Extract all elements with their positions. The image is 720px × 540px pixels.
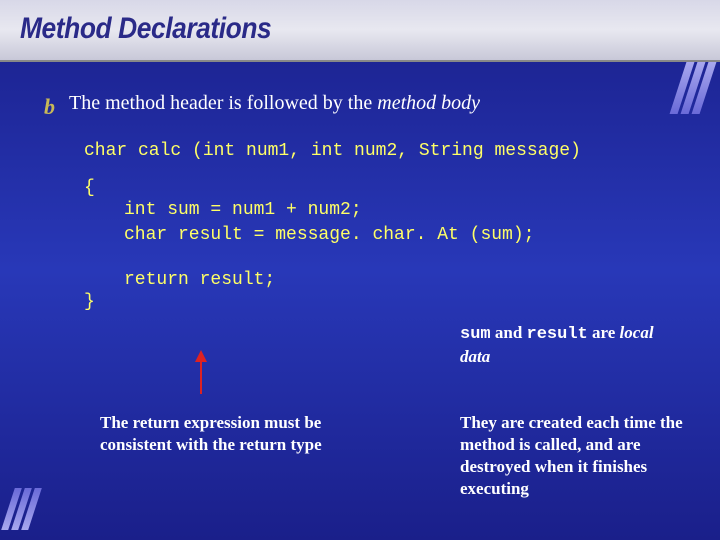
bullet-icon: b — [44, 94, 55, 120]
anno-text: and — [491, 323, 527, 342]
annotation-lifecycle: They are created each time the method is… — [460, 412, 700, 500]
code-brace-close: } — [84, 292, 684, 312]
bullet-prefix: The method header is followed by the — [69, 92, 377, 114]
arrow-head-icon — [195, 350, 207, 362]
arrow-icon — [200, 352, 202, 394]
bullet-emphasis: method body — [377, 92, 480, 114]
bullet-text: The method header is followed by the met… — [69, 90, 480, 117]
slide-title: Method Declarations — [20, 12, 618, 46]
corner-decoration-bottom-left — [8, 488, 35, 530]
annotation-return-type: The return expression must be consistent… — [100, 412, 380, 456]
content-area: b The method header is followed by the m… — [0, 62, 720, 332]
anno-code-word: sum — [460, 325, 491, 344]
code-body-line: char result = message. char. At (sum); — [124, 223, 684, 248]
code-return-line: return result; — [124, 270, 684, 290]
anno-text: are — [588, 323, 620, 342]
anno-code-word: result — [527, 325, 588, 344]
code-body-line: int sum = num1 + num2; — [124, 198, 684, 223]
annotation-local-data: sum and result are local data — [460, 322, 670, 368]
code-brace-open: { — [84, 178, 684, 198]
title-bar: Method Declarations — [0, 0, 720, 62]
code-signature: char calc (int num1, int num2, String me… — [84, 138, 684, 164]
corner-decoration-top-right — [678, 62, 708, 114]
slide: Method Declarations b The method header … — [0, 0, 720, 540]
bullet-row: b The method header is followed by the m… — [44, 90, 684, 120]
